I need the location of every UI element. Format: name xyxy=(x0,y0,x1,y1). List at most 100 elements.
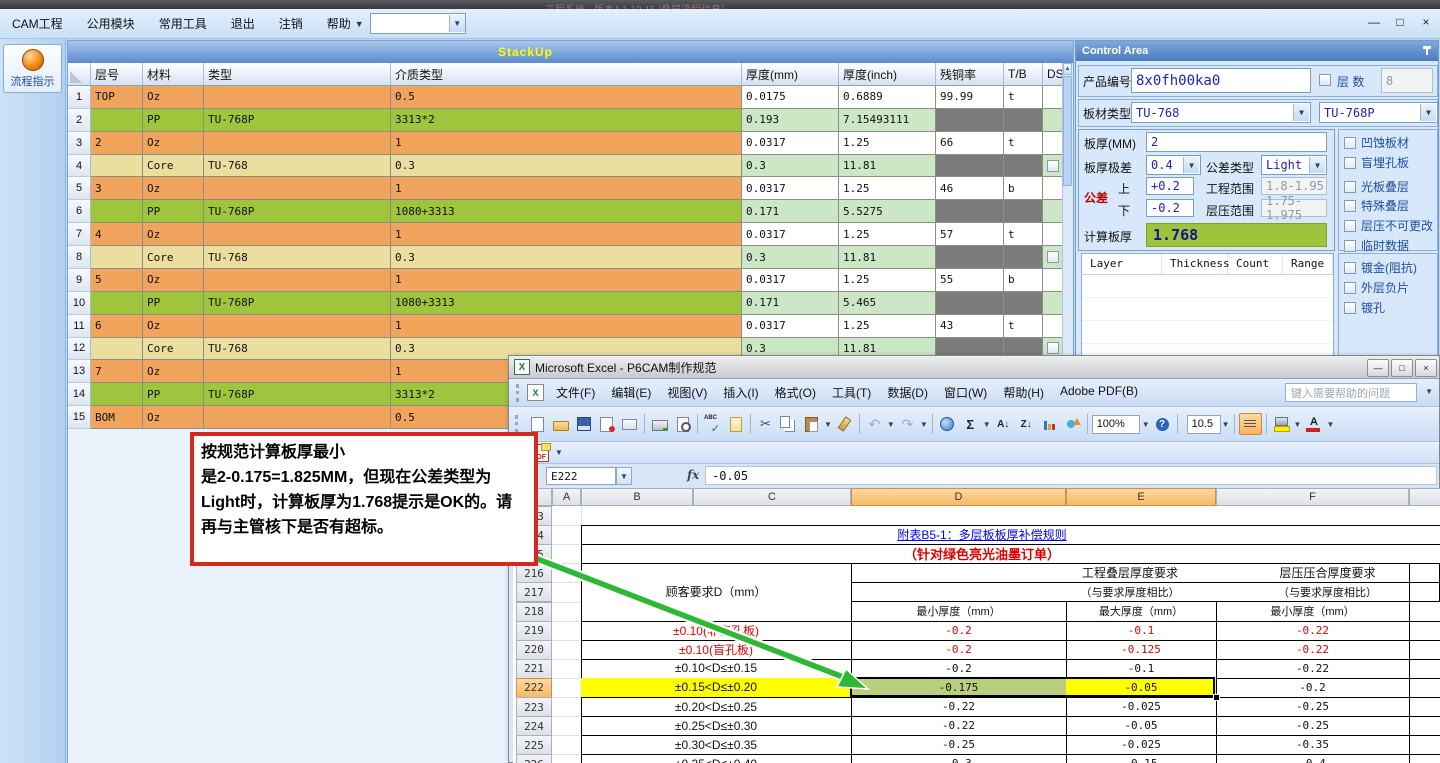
checkbox-icon[interactable] xyxy=(1344,180,1356,193)
cell-cut[interactable] xyxy=(1409,716,1440,737)
spelling-icon[interactable] xyxy=(702,414,723,435)
stackup-row-number[interactable]: 9 xyxy=(68,268,91,292)
stackup-cell[interactable]: 0.0317 xyxy=(742,177,839,201)
control-checkbox-a-1[interactable]: 盲埋孔板 xyxy=(1344,154,1409,171)
stackup-cell[interactable]: Core xyxy=(143,337,204,361)
stackup-cell[interactable] xyxy=(1004,291,1043,315)
fill-handle[interactable] xyxy=(1213,694,1220,701)
pdf-toolbar-arrow-icon[interactable]: ▼ xyxy=(555,448,563,457)
column-header-A[interactable]: A xyxy=(552,488,581,506)
stackup-cell[interactable]: 0.0317 xyxy=(742,223,839,247)
excel-minimize-icon[interactable]: — xyxy=(1367,359,1389,377)
cell-max-thickness[interactable]: -0.05 xyxy=(1066,716,1217,737)
col-header-max-thickness[interactable]: 最大厚度（mm） xyxy=(1066,601,1217,622)
board-thickness-input[interactable]: 2 xyxy=(1146,132,1327,152)
stackup-ds-cell[interactable] xyxy=(1043,131,1063,155)
toolbar-grip[interactable] xyxy=(516,383,524,402)
checkbox-icon[interactable] xyxy=(1344,219,1356,232)
cell-min-thickness-2[interactable]: -0.22 xyxy=(1216,658,1410,679)
copy-icon[interactable] xyxy=(778,414,799,434)
stackup-cell[interactable]: 0.0175 xyxy=(742,86,839,109)
stackup-cell[interactable] xyxy=(1004,108,1043,132)
stackup-cell[interactable]: 1 xyxy=(391,223,742,247)
sort-ascending-icon[interactable] xyxy=(993,414,1014,434)
row-header-226[interactable]: 226 xyxy=(516,754,552,763)
stackup-cell[interactable]: Oz xyxy=(143,268,204,292)
stackup-row-number[interactable]: 1 xyxy=(68,86,91,109)
stackup-ds-cell[interactable] xyxy=(1043,314,1063,338)
app-menu-item-2[interactable]: 常用工具 xyxy=(147,12,219,35)
stackup-ds-cell[interactable] xyxy=(1043,177,1063,201)
cell-max-thickness[interactable]: -0.1 xyxy=(1066,658,1217,679)
stackup-row-number[interactable]: 6 xyxy=(68,200,91,224)
stackup-cell[interactable]: 5 xyxy=(91,268,143,292)
stackup-cell[interactable]: Core xyxy=(143,154,204,178)
close-icon[interactable]: × xyxy=(1418,15,1434,29)
app-combobox[interactable]: ▼ xyxy=(369,13,466,34)
stackup-cell[interactable]: 1.25 xyxy=(839,177,936,201)
cell-min-thickness[interactable]: -0.2 xyxy=(851,620,1067,641)
stackup-cell[interactable]: 0.193 xyxy=(742,108,839,132)
stackup-cell[interactable]: Oz xyxy=(143,406,204,430)
print-preview-icon[interactable] xyxy=(672,414,693,434)
email-icon[interactable] xyxy=(619,414,640,434)
maximize-icon[interactable]: □ xyxy=(1392,15,1408,29)
stackup-cell[interactable]: 1 xyxy=(391,314,742,338)
stackup-cell[interactable] xyxy=(204,223,391,247)
stackup-cell[interactable]: 5.465 xyxy=(839,291,936,315)
toolbar-grip[interactable] xyxy=(515,415,523,433)
stackup-cell[interactable] xyxy=(204,268,391,292)
header-customer-requirement[interactable]: 顾客要求D（mm） xyxy=(581,563,852,622)
stackup-cell[interactable]: TU-768 xyxy=(204,246,391,269)
cell-min-thickness[interactable]: -0.22 xyxy=(851,697,1067,718)
font-color-arrow-icon[interactable]: ▼ xyxy=(1326,420,1334,429)
paste-icon[interactable] xyxy=(801,414,822,434)
excel-menu-item-9[interactable]: Adobe PDF(B) xyxy=(1052,381,1146,404)
excel-titlebar[interactable]: X Microsoft Excel - P6CAM制作规范 — □ × xyxy=(509,356,1439,379)
stackup-cell[interactable]: Oz xyxy=(143,314,204,338)
stackup-cell[interactable] xyxy=(91,383,143,407)
app-menu-item-0[interactable]: CAM工程 xyxy=(0,12,75,35)
cell-min-thickness-2[interactable]: -0.25 xyxy=(1216,697,1410,718)
header-press-group[interactable]: 层压压合厚度要求 xyxy=(1216,563,1440,584)
cell-cut[interactable] xyxy=(1409,640,1440,660)
stackup-cell[interactable]: 2 xyxy=(91,131,143,155)
app-menu-item-3[interactable]: 退出 xyxy=(219,12,267,35)
stackup-row-number[interactable]: 11 xyxy=(68,314,91,338)
stackup-row-number[interactable]: 4 xyxy=(68,154,91,178)
stackup-cell[interactable]: t xyxy=(1004,223,1043,247)
fill-color-arrow-icon[interactable]: ▼ xyxy=(1294,420,1302,429)
stackup-cell[interactable]: TU-768P xyxy=(204,108,391,132)
cell-customer-requirement[interactable]: ±0.10(盲孔板) xyxy=(581,639,852,660)
stackup-column-header-0[interactable]: 层号 xyxy=(91,63,143,86)
dropdown-arrow-icon[interactable]: ▼ xyxy=(1293,104,1309,121)
stackup-cell[interactable] xyxy=(936,291,1004,315)
cell-cut[interactable] xyxy=(1409,754,1440,763)
thickness-range-select[interactable]: 0.4 ▼ xyxy=(1146,155,1201,175)
name-box[interactable]: E222 xyxy=(546,467,616,485)
stackup-ds-cell[interactable] xyxy=(1043,223,1063,247)
redo-icon[interactable] xyxy=(897,414,918,434)
stackup-cell[interactable]: 57 xyxy=(936,223,1004,247)
stackup-cell[interactable]: 3 xyxy=(91,177,143,201)
board-type2-select[interactable]: TU-768P ▼ xyxy=(1319,102,1438,123)
stackup-column-header-3[interactable]: 介质类型 xyxy=(391,63,742,86)
stackup-row-number[interactable]: 5 xyxy=(68,177,91,201)
cell-cut[interactable] xyxy=(1409,621,1440,641)
help-question-box[interactable]: 键入需要帮助的问题 xyxy=(1285,383,1417,402)
row-header-219[interactable]: 219 xyxy=(516,620,552,641)
cell-max-thickness[interactable]: -0.025 xyxy=(1066,735,1217,756)
font-size-arrow-icon[interactable]: ▼ xyxy=(1222,420,1230,429)
control-checkbox-b-0[interactable]: 镀金(阻抗) xyxy=(1344,259,1417,276)
stackup-column-header-1[interactable]: 材料 xyxy=(143,63,204,86)
stackup-cell[interactable] xyxy=(204,131,391,155)
cell-min-thickness-2[interactable]: -0.2 xyxy=(1216,677,1410,698)
stackup-row-number[interactable]: 14 xyxy=(68,383,91,407)
column-header-F[interactable]: F xyxy=(1216,488,1409,506)
autosum-icon[interactable] xyxy=(960,414,981,434)
cell-cut[interactable] xyxy=(1409,659,1440,679)
stackup-ds-cell[interactable] xyxy=(1043,200,1063,224)
stackup-cell[interactable]: 1.25 xyxy=(839,314,936,338)
row-header-223[interactable]: 223 xyxy=(516,697,552,718)
stackup-cell[interactable]: 11.81 xyxy=(839,246,936,269)
